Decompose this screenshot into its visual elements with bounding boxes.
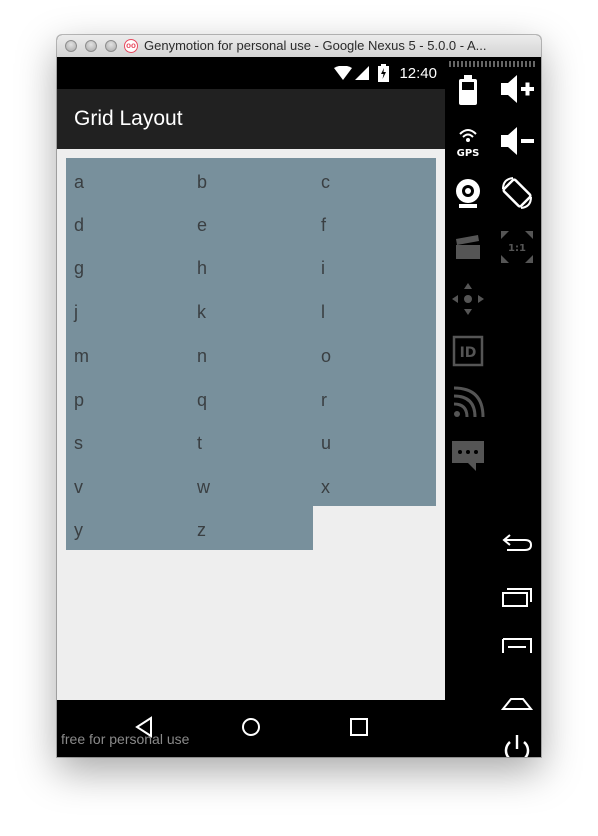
home-icon[interactable] <box>239 715 263 739</box>
grid-cell: o <box>321 346 332 366</box>
recent-apps-icon[interactable] <box>497 575 537 615</box>
grid-cell: q <box>197 390 208 410</box>
grid-cell: a <box>74 172 85 192</box>
cell-signal-icon <box>355 66 369 80</box>
video-capture-icon <box>448 227 488 267</box>
network-icon <box>448 383 488 423</box>
battery-icon[interactable] <box>448 69 488 109</box>
zoom-window-button[interactable] <box>105 40 117 52</box>
grid-cell: f <box>321 215 327 235</box>
svg-text:ID: ID <box>460 345 477 361</box>
grid-cell: v <box>74 477 83 497</box>
home-button-icon[interactable] <box>497 679 537 719</box>
camera-icon[interactable] <box>448 173 488 213</box>
menu-icon[interactable] <box>497 627 537 667</box>
grid-cell: y <box>74 520 83 540</box>
svg-text:GPS: GPS <box>457 148 480 159</box>
grid-cell: n <box>197 346 208 366</box>
battery-charging-icon <box>378 64 389 82</box>
grid-cell: p <box>74 390 85 410</box>
grid-cell: t <box>197 433 203 453</box>
grid-cell: g <box>74 258 85 278</box>
grid-cell: s <box>74 433 83 453</box>
recent-apps-icon[interactable] <box>347 715 371 739</box>
grid-cell: e <box>197 215 208 235</box>
grid-cell: x <box>321 477 330 497</box>
grid-cell: k <box>197 302 206 322</box>
power-icon[interactable] <box>497 731 537 757</box>
grid-cell: w <box>197 477 210 497</box>
action-bar: Grid Layout <box>57 89 445 149</box>
watermark-text: free for personal use <box>61 731 190 747</box>
grid-cell: j <box>74 302 78 322</box>
minimize-window-button[interactable] <box>85 40 97 52</box>
emulator-sidebar: GPS 1:1 ID <box>445 57 541 757</box>
status-time: 12:40 <box>399 65 437 82</box>
grid-cell: z <box>197 520 206 540</box>
volume-down-icon[interactable] <box>497 121 537 161</box>
window-titlebar: oo Genymotion for personal use - Google … <box>57 35 541 58</box>
status-bar: 12:40 <box>57 57 445 89</box>
grid-cell: r <box>321 390 327 410</box>
close-window-button[interactable] <box>65 40 77 52</box>
scale-icon: 1:1 <box>497 227 537 267</box>
android-screen: 12:40 Grid Layout a b c d e f g h i j k … <box>57 57 445 757</box>
grid-cell: b <box>197 172 208 192</box>
window-title: Genymotion for personal use - Google Nex… <box>144 38 487 53</box>
grid-cell: m <box>74 346 89 366</box>
emulator-window: oo Genymotion for personal use - Google … <box>57 35 541 757</box>
grid-layout <box>66 158 436 506</box>
grid-cell: d <box>74 215 85 235</box>
wifi-icon <box>334 66 352 80</box>
grid-cell: l <box>321 302 325 322</box>
sms-icon <box>448 435 488 475</box>
svg-text:1:1: 1:1 <box>508 243 526 254</box>
grid-cell: i <box>321 258 325 278</box>
grid-cell: h <box>197 258 208 278</box>
volume-up-icon[interactable] <box>497 69 537 109</box>
device-id-icon: ID <box>448 331 488 371</box>
rotate-icon[interactable] <box>497 173 537 213</box>
grid-cell: c <box>321 172 330 192</box>
sidebar-grip <box>449 61 537 67</box>
android-nav-bar <box>57 700 445 757</box>
gps-icon[interactable]: GPS <box>448 121 488 161</box>
grid-layout-last-row <box>66 506 313 550</box>
dpad-icon <box>448 279 488 319</box>
app-content: a b c d e f g h i j k l m n o p q r s t … <box>57 149 445 700</box>
back-button-icon[interactable] <box>497 523 537 563</box>
grid-cell: u <box>321 433 332 453</box>
page-title: Grid Layout <box>74 107 183 130</box>
genymotion-logo-icon: oo <box>124 39 138 53</box>
